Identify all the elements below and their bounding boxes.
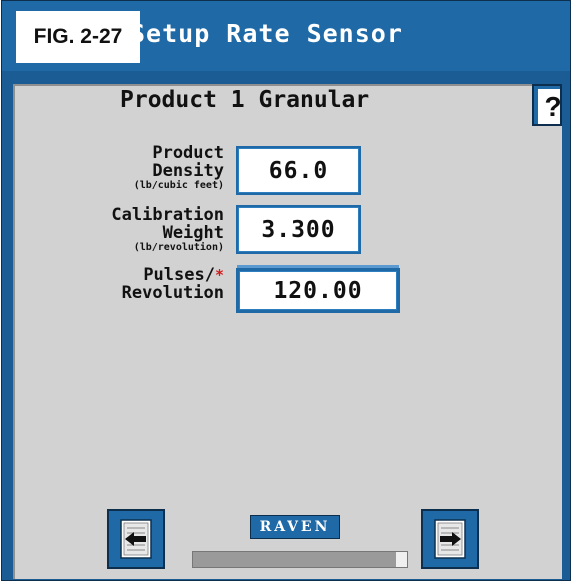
calibration-weight-label: Calibration Weight (lb/revolution) (111, 206, 224, 254)
product-density-label-line-2: Density (152, 161, 224, 181)
product-title: Product 1 Granular (120, 87, 370, 113)
required-marker: * (214, 266, 224, 284)
raven-logo: RAVEN (250, 515, 340, 539)
product-density-field[interactable]: 66.0 (236, 146, 361, 195)
product-density-unit: (lb/cubic feet) (133, 180, 224, 191)
next-button[interactable] (421, 509, 479, 569)
figure-label: FIG. 2-27 (16, 11, 140, 63)
page-next-icon (434, 519, 466, 559)
product-density-label-line-1: Product (152, 143, 224, 163)
screen-title: Setup Rate Sensor (130, 19, 403, 48)
product-density-label: Product Density (lb/cubic feet) (134, 144, 224, 192)
calibration-weight-label-line-1: Calibration (111, 205, 224, 225)
pulses-per-revolution-label: Pulses/* Revolution (122, 266, 224, 302)
pulses-per-revolution-label-line-1: Pulses/* (122, 266, 224, 284)
pulses-per-revolution-label-line-2: Revolution (121, 283, 224, 303)
page-back-icon (120, 519, 152, 559)
pulses-per-revolution-field[interactable]: 120.00 (236, 268, 400, 313)
progress-bar (192, 551, 408, 568)
back-button[interactable] (107, 509, 165, 569)
progress-fill (193, 552, 397, 567)
calibration-weight-field[interactable]: 3.300 (236, 205, 361, 254)
help-icon: ? (538, 89, 560, 124)
pulses-label-text: Pulses/ (143, 265, 215, 285)
help-button[interactable]: ? (532, 84, 562, 126)
calibration-weight-unit: (lb/revolution) (133, 242, 224, 253)
calibration-weight-label-line-2: Weight (162, 223, 224, 243)
